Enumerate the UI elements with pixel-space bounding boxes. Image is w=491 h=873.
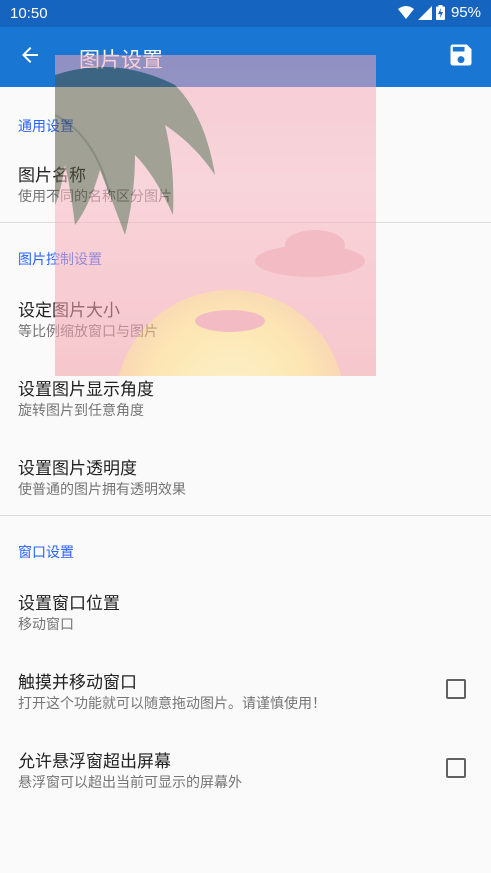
pref-title: 设置窗口位置 [18,594,120,614]
pref-touch-move-window[interactable]: 触摸并移动窗口 打开这个功能就可以随意拖动图片。请谨慎使用！ [0,654,491,732]
status-time: 10:50 [10,5,48,22]
arrow-back-icon [20,45,40,69]
touch-move-checkbox[interactable] [446,679,466,699]
pref-image-opacity[interactable]: 设置图片透明度 使普通的图片拥有透明效果 [0,440,491,518]
divider [0,515,491,516]
pref-allow-offscreen[interactable]: 允许悬浮窗超出屏幕 悬浮窗可以超出当前可显示的屏幕外 [0,733,491,811]
pref-title: 设定图片大小 [18,301,120,321]
battery-percent: 95% [450,4,481,21]
pref-title: 允许悬浮窗超出屏幕 [18,752,171,772]
status-icons: 95% [397,4,481,21]
pref-summary: 悬浮窗可以超出当前可显示的屏幕外 [18,775,242,791]
pref-image-angle[interactable]: 设置图片显示角度 旋转图片到任意角度 [0,361,491,439]
pref-summary: 旋转图片到任意角度 [18,403,144,419]
pref-summary: 使用不同的名称区分图片 [18,189,172,205]
pref-title: 设置图片透明度 [18,459,137,479]
back-button[interactable] [14,41,46,73]
section-header-general: 通用设置 [18,119,74,135]
divider [0,222,491,223]
pref-summary: 等比例缩放窗口与图片 [18,324,158,340]
page-title: 图片设置 [79,48,163,72]
pref-image-size[interactable]: 设定图片大小 等比例缩放窗口与图片 [0,282,491,360]
cloud-shape [285,230,345,260]
allow-offscreen-checkbox[interactable] [446,758,466,778]
pref-summary: 打开这个功能就可以随意拖动图片。请谨慎使用！ [18,696,326,712]
save-icon [447,41,475,73]
section-header-window: 窗口设置 [18,545,74,561]
pref-title: 设置图片显示角度 [18,380,154,400]
pref-image-name[interactable]: 图片名称 使用不同的名称区分图片 [0,147,491,223]
save-button[interactable] [445,41,477,73]
pref-title: 触摸并移动窗口 [18,673,137,693]
pref-summary: 使普通的图片拥有透明效果 [18,482,186,498]
wifi-icon [397,5,414,20]
pref-title: 图片名称 [18,166,86,186]
pref-window-position[interactable]: 设置窗口位置 移动窗口 [0,575,491,653]
status-bar: 10:50 95% [0,0,491,27]
signal-icon [417,5,432,20]
app-bar: 图片设置 [0,27,491,87]
pref-summary: 移动窗口 [18,617,74,633]
battery-charging-icon [435,5,445,20]
cloud-shape [255,245,365,277]
section-header-image-control: 图片控制设置 [18,252,102,268]
